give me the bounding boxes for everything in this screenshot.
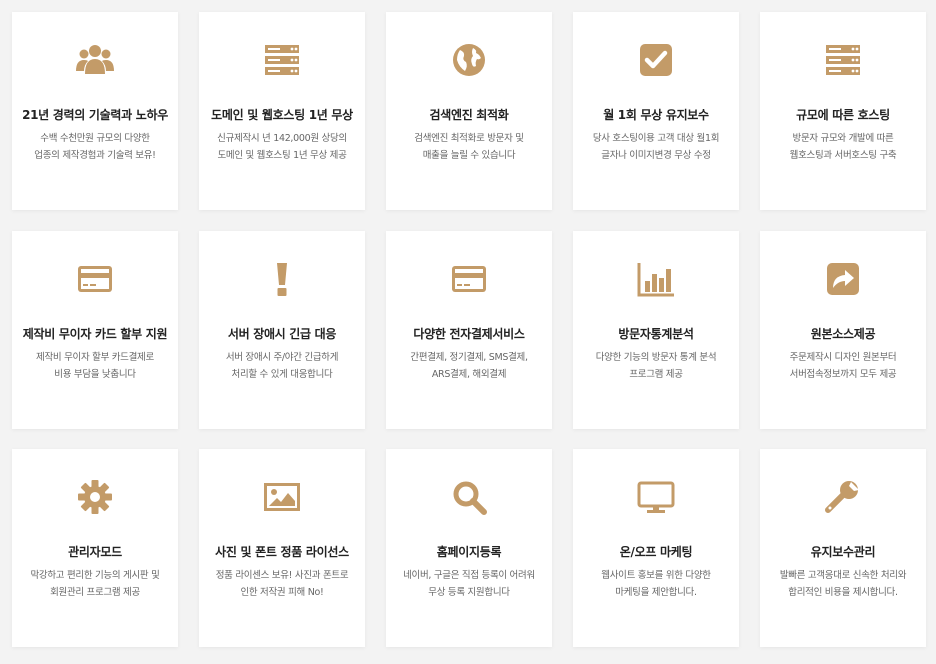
feature-description-line: 네이버, 구글은 직접 등록이 어려워	[403, 570, 535, 581]
feature-description-line: 웹호스팅과 서버호스팅 구축	[789, 150, 897, 161]
feature-title: 도메인 및 웹호스팅 1년 무상	[211, 108, 353, 122]
feature-description: 네이버, 구글은 직접 등록이 어려워무상 등록 지원합니다	[390, 567, 548, 601]
check-square-icon	[636, 40, 676, 80]
feature-card: 서버 장애시 긴급 대응서버 장애시 주/야간 긴급하게처리할 수 있게 대응합…	[199, 231, 365, 429]
feature-description: 발빠른 고객응대로 신속한 처리와합리적인 비용을 제시합니다.	[764, 567, 922, 601]
feature-description-line: 업종의 제작경험과 기술력 보유!	[34, 150, 156, 161]
feature-description-line: 주문제작시 디자인 원본부터	[789, 352, 897, 363]
feature-description-line: 당사 호스팅이용 고객 대상 월1회	[592, 133, 720, 144]
feature-title: 규모에 따른 호스팅	[796, 108, 890, 122]
share-square-icon	[823, 259, 863, 299]
feature-description-line: 처리할 수 있게 대응합니다	[231, 369, 333, 380]
users-icon	[75, 40, 115, 80]
feature-description-line: 서버 장애시 주/야간 긴급하게	[225, 352, 339, 363]
feature-description-line: 매출을 늘릴 수 있습니다	[422, 150, 516, 161]
feature-description: 방문자 규모와 개발에 따른웹호스팅과 서버호스팅 구축	[764, 130, 922, 164]
feature-description: 검색엔진 최적화로 방문자 및매출을 늘릴 수 있습니다	[390, 130, 548, 164]
feature-card: 홈페이지등록네이버, 구글은 직접 등록이 어려워무상 등록 지원합니다	[386, 449, 552, 647]
feature-title: 21년 경력의 기술력과 노하우	[22, 108, 168, 122]
wrench-icon	[823, 477, 863, 517]
credit-card-icon	[75, 259, 115, 299]
feature-card: 규모에 따른 호스팅방문자 규모와 개발에 따른웹호스팅과 서버호스팅 구축	[760, 12, 926, 210]
feature-description-line: 마케팅을 제안합니다.	[615, 587, 697, 598]
server-icon	[823, 40, 863, 80]
feature-card: 제작비 무이자 카드 할부 지원제작비 무이자 할부 카드결제로비용 부담을 낮…	[12, 231, 178, 429]
search-icon	[449, 477, 489, 517]
feature-title: 사진 및 폰트 정품 라이선스	[215, 545, 349, 559]
feature-title: 다양한 전자결제서비스	[413, 327, 525, 341]
server-icon	[262, 40, 302, 80]
feature-card: 원본소스제공주문제작시 디자인 원본부터서버접속정보까지 모두 제공	[760, 231, 926, 429]
feature-description-line: 방문자 규모와 개발에 따른	[792, 133, 894, 144]
exclamation-icon	[262, 259, 302, 299]
feature-description-line: 무상 등록 지원합니다	[428, 587, 510, 598]
feature-title: 원본소스제공	[810, 327, 876, 341]
feature-card: 다양한 전자결제서비스간편결제, 정기결제, SMS결제, ARS결제, 해외결제	[386, 231, 552, 429]
feature-title: 온/오프 마케팅	[619, 545, 693, 559]
feature-title: 관리자모드	[68, 545, 122, 559]
feature-description-line: 검색엔진 최적화로 방문자 및	[414, 133, 524, 144]
feature-description-line: 제작비 무이자 할부 카드결제로	[36, 352, 154, 363]
feature-description: 다양한 기능의 방문자 통계 분석프로그램 제공	[577, 349, 735, 383]
feature-description: 제작비 무이자 할부 카드결제로비용 부담을 낮춥니다	[16, 349, 174, 383]
feature-card: 관리자모드막강하고 편리한 기능의 게시판 및회원관리 프로그램 제공	[12, 449, 178, 647]
feature-description: 정품 라이센스 보유! 사진과 폰트로인한 저작권 피해 No!	[203, 567, 361, 601]
feature-description-line: 수백 수천만원 규모의 다양한	[40, 133, 150, 144]
feature-card: 사진 및 폰트 정품 라이선스정품 라이센스 보유! 사진과 폰트로인한 저작권…	[199, 449, 365, 647]
feature-card: 온/오프 마케팅웹사이트 홍보를 위한 다양한마케팅을 제안합니다.	[573, 449, 739, 647]
feature-title: 서버 장애시 긴급 대응	[227, 327, 337, 341]
feature-card: 검색엔진 최적화검색엔진 최적화로 방문자 및매출을 늘릴 수 있습니다	[386, 12, 552, 210]
feature-description: 간편결제, 정기결제, SMS결제, ARS결제, 해외결제	[390, 349, 548, 383]
globe-icon	[449, 40, 489, 80]
feature-description-line: 웹사이트 홍보를 위한 다양한	[601, 570, 711, 581]
feature-description-line: 글자나 이미지변경 무상 수정	[601, 150, 711, 161]
feature-description-line: 정품 라이센스 보유! 사진과 폰트로	[215, 570, 349, 581]
feature-description: 당사 호스팅이용 고객 대상 월1회글자나 이미지변경 무상 수정	[577, 130, 735, 164]
bar-chart-icon	[636, 259, 676, 299]
feature-description-line: 비용 부담을 낮춥니다	[54, 369, 136, 380]
feature-description-line: 발빠른 고객응대로 신속한 처리와	[779, 570, 907, 581]
feature-description-line: 인한 저작권 피해 No!	[240, 587, 324, 598]
feature-card: 21년 경력의 기술력과 노하우수백 수천만원 규모의 다양한업종의 제작경험과…	[12, 12, 178, 210]
feature-description: 서버 장애시 주/야간 긴급하게처리할 수 있게 대응합니다	[203, 349, 361, 383]
feature-description-line: 서버접속정보까지 모두 제공	[789, 369, 897, 380]
feature-description: 신규제작시 년 142,000원 상당의도메인 및 웹호스팅 1년 무상 제공	[203, 130, 361, 164]
gear-icon	[75, 477, 115, 517]
feature-title: 방문자통계분석	[618, 327, 694, 341]
feature-title: 월 1회 무상 유지보수	[603, 108, 709, 122]
feature-description-line: 다양한 기능의 방문자 통계 분석	[595, 352, 717, 363]
feature-title: 홈페이지등록	[436, 545, 502, 559]
feature-title: 제작비 무이자 카드 할부 지원	[22, 327, 168, 341]
feature-description-line: 도메인 및 웹호스팅 1년 무상 제공	[217, 150, 347, 161]
feature-description-line: 합리적인 비용을 제시합니다.	[788, 587, 898, 598]
desktop-icon	[636, 477, 676, 517]
feature-description: 수백 수천만원 규모의 다양한업종의 제작경험과 기술력 보유!	[16, 130, 174, 164]
feature-title: 유지보수관리	[810, 545, 876, 559]
feature-description: 웹사이트 홍보를 위한 다양한마케팅을 제안합니다.	[577, 567, 735, 601]
feature-card: 월 1회 무상 유지보수당사 호스팅이용 고객 대상 월1회글자나 이미지변경 …	[573, 12, 739, 210]
feature-description: 주문제작시 디자인 원본부터서버접속정보까지 모두 제공	[764, 349, 922, 383]
credit-card-icon	[449, 259, 489, 299]
features-grid: 21년 경력의 기술력과 노하우수백 수천만원 규모의 다양한업종의 제작경험과…	[0, 0, 936, 664]
feature-description: 막강하고 편리한 기능의 게시판 및회원관리 프로그램 제공	[16, 567, 174, 601]
feature-card: 방문자통계분석다양한 기능의 방문자 통계 분석프로그램 제공	[573, 231, 739, 429]
feature-description-line: 회원관리 프로그램 제공	[50, 587, 140, 598]
feature-description-line: ARS결제, 해외결제	[431, 369, 507, 380]
feature-description-line: 막강하고 편리한 기능의 게시판 및	[30, 570, 160, 581]
feature-title: 검색엔진 최적화	[429, 108, 509, 122]
feature-card: 유지보수관리발빠른 고객응대로 신속한 처리와합리적인 비용을 제시합니다.	[760, 449, 926, 647]
feature-card: 도메인 및 웹호스팅 1년 무상신규제작시 년 142,000원 상당의도메인 …	[199, 12, 365, 210]
feature-description-line: 프로그램 제공	[629, 369, 683, 380]
feature-description-line: 간편결제, 정기결제, SMS결제,	[410, 352, 528, 363]
image-icon	[262, 477, 302, 517]
feature-description-line: 신규제작시 년 142,000원 상당의	[217, 133, 347, 144]
